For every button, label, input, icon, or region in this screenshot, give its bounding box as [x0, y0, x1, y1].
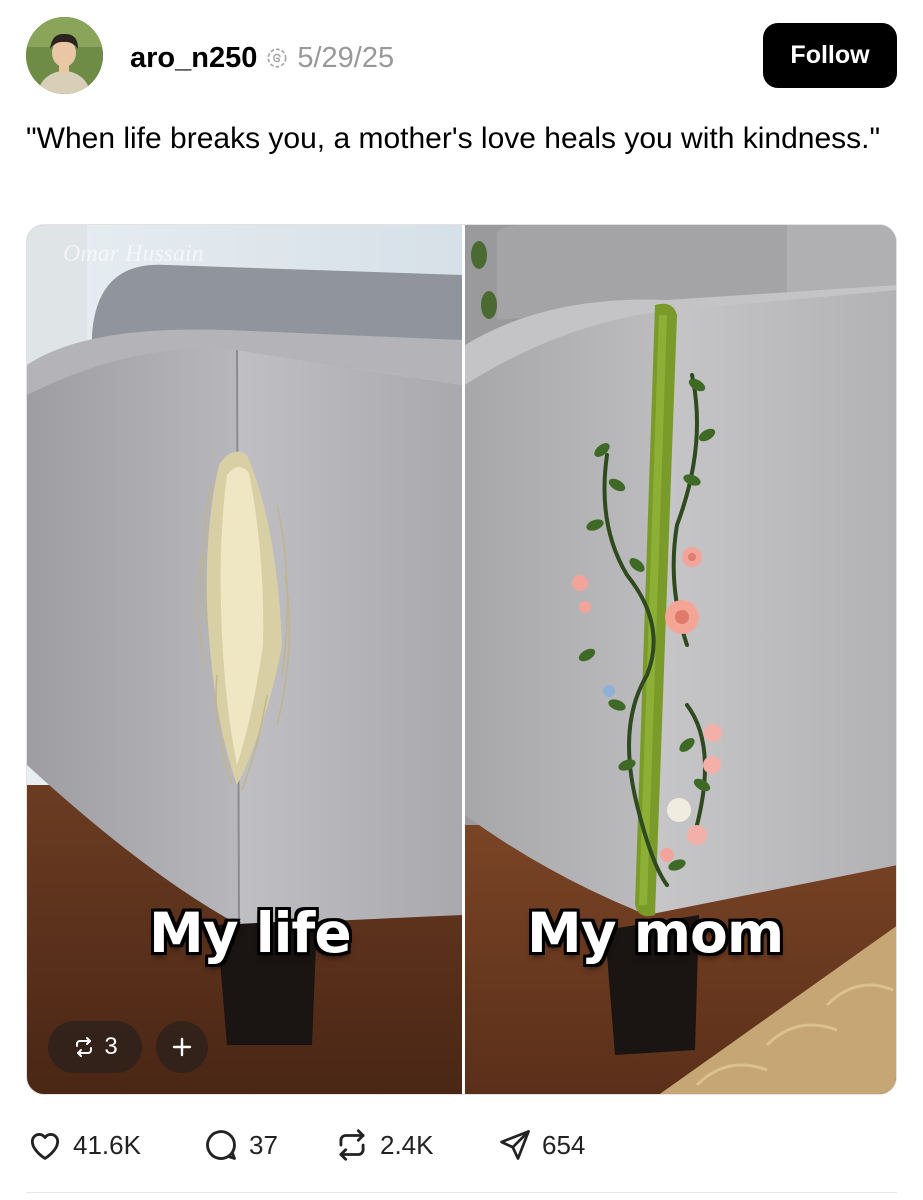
plus-icon [172, 1037, 192, 1057]
add-button[interactable] [156, 1021, 208, 1073]
avatar-illustration [26, 17, 103, 94]
follow-button[interactable]: Follow [763, 23, 897, 88]
repost-arrows-icon [339, 1129, 365, 1161]
post-image[interactable]: Omar Hussain My life My mom 3 [26, 224, 897, 1095]
reply-count: 37 [249, 1129, 278, 1160]
avatar[interactable] [26, 17, 103, 94]
threads-verified-icon [267, 48, 287, 68]
post-caption: "When life breaks you, a mother's love h… [26, 122, 881, 155]
meme-caption-right: My mom [527, 901, 784, 965]
like-count: 41.6K [73, 1129, 141, 1160]
comment-bubble-icon [206, 1130, 236, 1160]
post-meta: aro_n250 5/29/25 [130, 38, 394, 78]
share-button[interactable]: 654 [497, 1127, 607, 1163]
paper-plane-icon [500, 1130, 530, 1160]
like-button[interactable]: 41.6K [26, 1126, 202, 1164]
repost-count: 3 [104, 1033, 118, 1060]
reply-button[interactable]: 37 [202, 1126, 333, 1164]
post-divider [26, 1192, 897, 1193]
repost-total: 2.4K [380, 1129, 434, 1160]
post-date: 5/29/25 [297, 41, 395, 74]
repost-icon [76, 1037, 93, 1057]
repost-button[interactable]: 2.4K [333, 1126, 497, 1164]
watermark: Omar Hussain [63, 241, 204, 267]
action-bar: 41.6K 37 2.4K 654 [26, 1124, 607, 1166]
repost-count-chip[interactable]: 3 [48, 1021, 142, 1073]
share-count: 654 [542, 1129, 586, 1160]
heart-icon [30, 1132, 60, 1160]
username[interactable]: aro_n250 [130, 42, 257, 75]
meme-caption-left: My life [149, 901, 352, 965]
